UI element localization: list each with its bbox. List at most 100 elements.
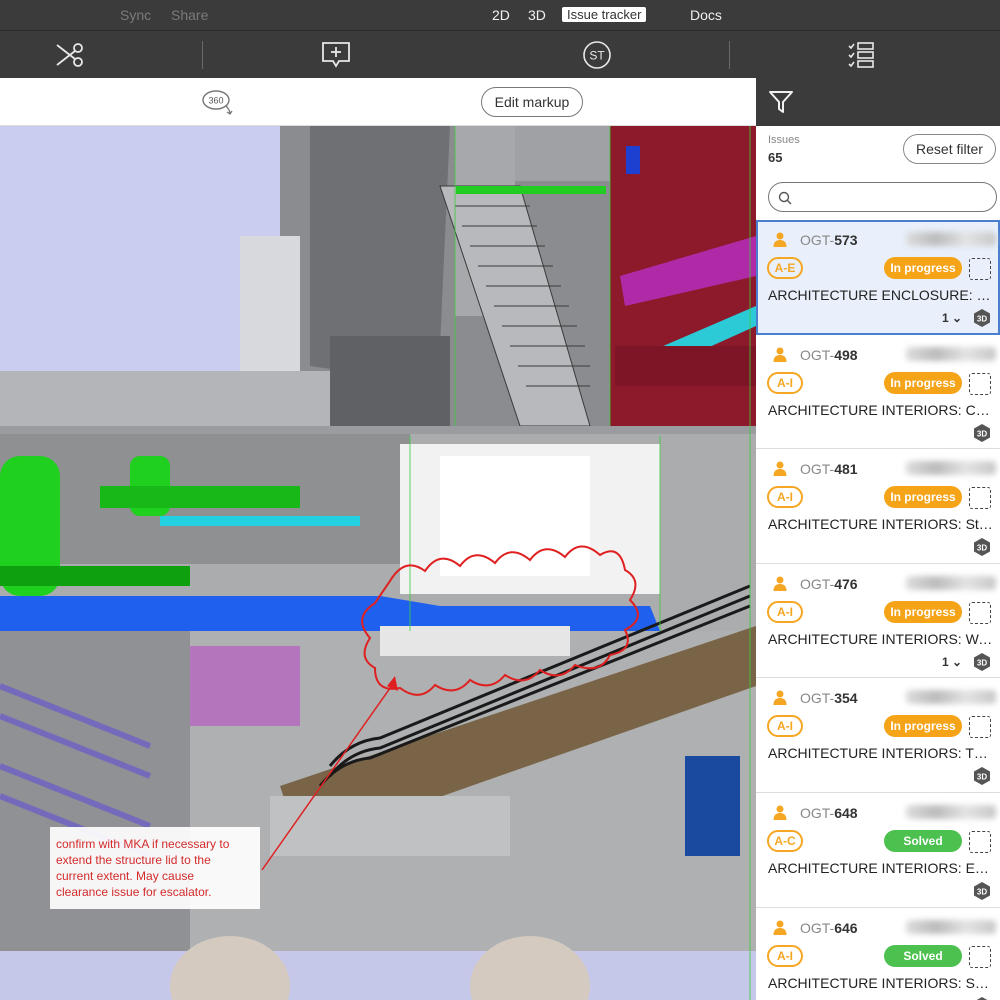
issues-count: 65 xyxy=(768,150,783,165)
issue-title: ARCHITECTURE INTERIORS: Ceilin... xyxy=(768,401,996,418)
issue-id-prefix: OGT- xyxy=(800,690,835,707)
badge-3d-label: 3D xyxy=(977,429,987,438)
assignee-redacted xyxy=(906,690,996,705)
person-icon xyxy=(772,689,788,706)
issue-card[interactable]: OGT-354 A-I In progress ARCHITECTURE INTERI… xyxy=(756,678,1000,793)
search-input[interactable] xyxy=(795,189,985,207)
3d-badge-icon[interactable]: 3D xyxy=(972,308,992,328)
issue-search[interactable] xyxy=(768,182,997,212)
3d-badge-icon[interactable]: 3D xyxy=(972,881,992,901)
status-badge[interactable]: Solved xyxy=(884,829,962,852)
issue-id: OGT-498 xyxy=(800,347,858,363)
issue-id: OGT-648 xyxy=(800,805,858,821)
issue-card[interactable]: OGT-481 A-I In progress ARCHITECTURE INTERI… xyxy=(756,449,1000,564)
filter-icon[interactable] xyxy=(768,89,794,115)
comment-count-value: 1 xyxy=(942,311,949,325)
select-checkbox[interactable] xyxy=(969,830,991,853)
issue-title: ARCHITECTURE INTERIORS: Encl... xyxy=(768,859,996,876)
status-badge[interactable]: In progress xyxy=(884,371,962,394)
issue-id: OGT-646 xyxy=(800,920,858,936)
issue-id-number: 476 xyxy=(834,575,858,592)
select-checkbox[interactable] xyxy=(969,258,991,280)
3d-badge-icon[interactable]: 3D xyxy=(972,652,992,672)
issue-card[interactable]: OGT-573 A-E In progress ARCHITECTURE ENCLOS… xyxy=(756,220,1000,335)
person-icon xyxy=(772,231,788,247)
assignee-redacted xyxy=(906,919,996,934)
note-line: confirm with MKA if necessary to xyxy=(56,837,230,851)
issue-id-number: 498 xyxy=(834,346,858,363)
issue-card[interactable]: OGT-476 A-I In progress ARCHITECTURE INTERI… xyxy=(756,563,1000,679)
select-checkbox[interactable] xyxy=(969,945,991,968)
reset-filter-button[interactable]: Reset filter xyxy=(903,134,996,164)
st-icon[interactable]: ST xyxy=(580,39,614,71)
view-360-label: 360 xyxy=(208,96,223,106)
badge-3d-label: 3D xyxy=(977,315,987,324)
markup-note[interactable]: confirm with MKA if necessary to extend … xyxy=(50,827,260,909)
issue-id: OGT-481 xyxy=(800,461,858,477)
issue-title: ARCHITECTURE INTERIORS: TRUS... xyxy=(768,745,996,762)
assignee-redacted xyxy=(906,461,996,476)
issue-title: ARCHITECTURE INTERIORS: Struc... xyxy=(768,516,996,533)
issue-card[interactable]: OGT-646 A-I Solved ARCHITECTURE INTERIORS: … xyxy=(756,907,1000,1000)
assignee-redacted xyxy=(906,804,996,819)
assignee-redacted xyxy=(906,575,996,590)
select-checkbox[interactable] xyxy=(969,487,991,510)
issue-title: ARCHITECTURE INTERIORS: Soffit... xyxy=(768,974,996,991)
status-badge[interactable]: In progress xyxy=(884,715,962,738)
st-label: ST xyxy=(589,49,605,63)
mode-issue-tracker[interactable]: Issue tracker xyxy=(562,7,647,22)
search-icon xyxy=(778,191,792,210)
checklist-icon[interactable] xyxy=(844,39,878,71)
issue-id-number: 354 xyxy=(834,690,858,707)
mode-docs[interactable]: Docs xyxy=(690,7,722,23)
issues-summary: Issues 65 Reset filter xyxy=(756,126,1000,174)
chevron-down-icon: ⌄ xyxy=(952,654,963,669)
panel-header xyxy=(756,78,1000,126)
add-comment-icon[interactable] xyxy=(319,39,353,71)
status-badge[interactable]: In progress xyxy=(884,257,962,279)
issue-id-number: 481 xyxy=(834,461,858,478)
select-checkbox[interactable] xyxy=(969,372,991,395)
view-360-button[interactable]: 360 xyxy=(200,88,236,116)
share-link[interactable]: Share xyxy=(171,7,208,23)
category-badge: A-I xyxy=(767,944,803,967)
sync-link[interactable]: Sync xyxy=(120,7,151,23)
category-badge: A-E xyxy=(767,257,803,279)
select-checkbox[interactable] xyxy=(969,716,991,739)
issue-title: ARCHITECTURE INTERIORS: Wall ... xyxy=(768,630,996,647)
comment-count[interactable]: 1 ⌄ xyxy=(942,311,962,325)
3d-badge-icon[interactable]: 3D xyxy=(972,537,992,557)
issue-card[interactable]: OGT-648 A-C Solved ARCHITECTURE INTERIORS: … xyxy=(756,792,1000,908)
3d-badge-icon[interactable]: 3D xyxy=(972,766,992,786)
issue-card[interactable]: OGT-498 A-I In progress ARCHITECTURE INTERI… xyxy=(756,334,1000,450)
status-badge[interactable]: In progress xyxy=(884,600,962,623)
edit-markup-button[interactable]: Edit markup xyxy=(481,87,583,117)
person-icon xyxy=(772,919,788,935)
person-icon xyxy=(772,460,788,477)
note-line: current extent. May cause xyxy=(56,869,195,883)
toolbar-divider xyxy=(202,41,203,69)
3d-badge-icon[interactable]: 3D xyxy=(972,423,992,443)
category-badge: A-I xyxy=(767,715,803,738)
3d-badge-icon[interactable]: 3D xyxy=(972,996,992,1000)
issue-id: OGT-573 xyxy=(800,232,858,248)
mode-2d[interactable]: 2D xyxy=(492,7,510,23)
app-window: Sync Share 2D 3D Issue tracker Docs ST 3… xyxy=(0,0,1000,1000)
chevron-down-icon: ⌄ xyxy=(952,311,963,325)
scissors-icon[interactable] xyxy=(53,39,87,71)
select-checkbox[interactable] xyxy=(969,601,991,624)
status-badge[interactable]: Solved xyxy=(884,944,962,967)
person-icon xyxy=(772,804,788,820)
person-icon xyxy=(772,575,788,591)
issue-id-prefix: OGT- xyxy=(800,919,835,936)
issue-list[interactable]: OGT-573 A-E In progress ARCHITECTURE ENCLOS… xyxy=(756,220,1000,1000)
status-badge[interactable]: In progress xyxy=(884,486,962,509)
mode-3d[interactable]: 3D xyxy=(528,7,546,23)
issue-id-prefix: OGT- xyxy=(800,232,835,248)
person-icon xyxy=(772,346,788,362)
comment-count[interactable]: 1 ⌄ xyxy=(942,655,962,669)
issue-id-number: 646 xyxy=(834,919,858,936)
comment-count-value: 1 xyxy=(942,654,949,669)
issues-label: Issues xyxy=(768,134,800,146)
category-badge: A-I xyxy=(767,486,803,509)
